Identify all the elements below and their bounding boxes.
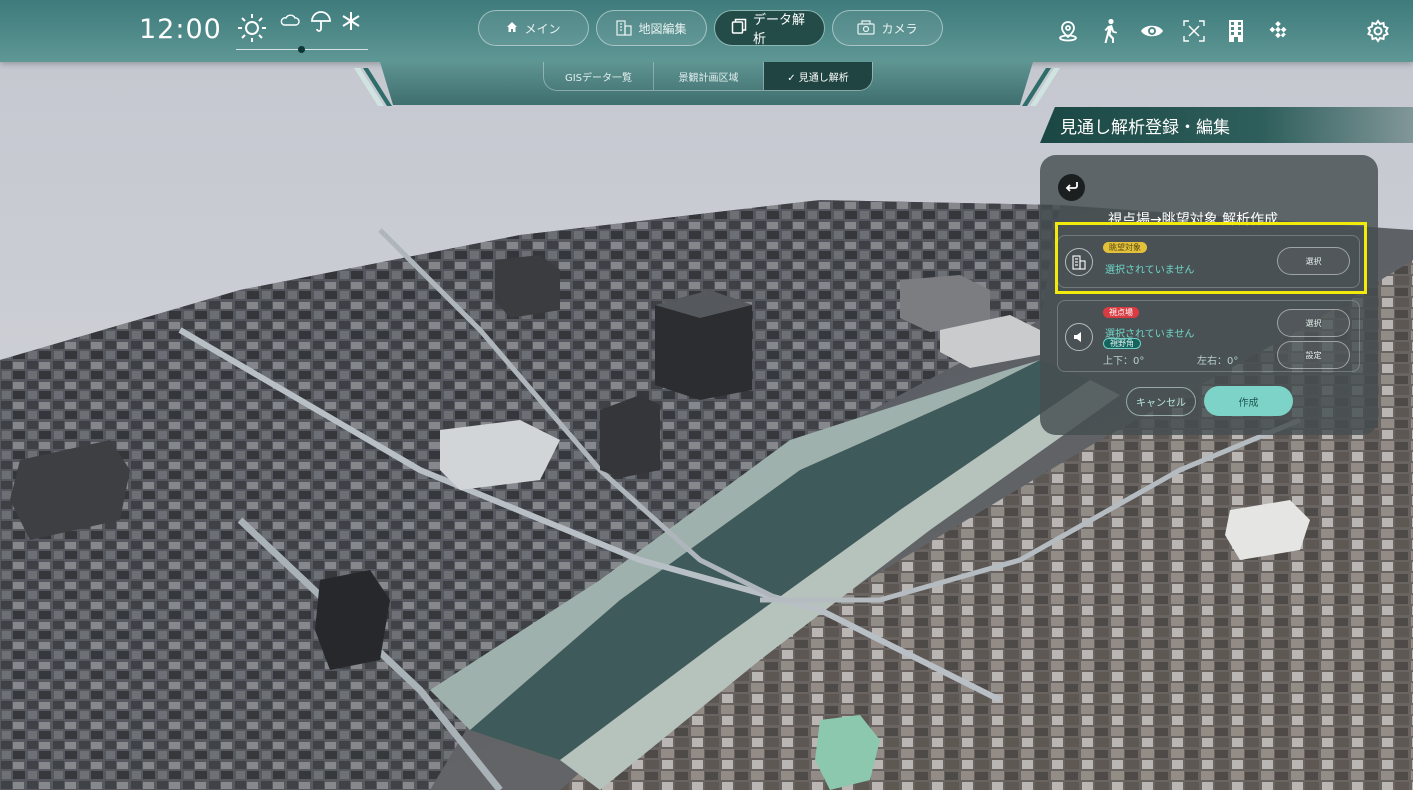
weather-time-control[interactable] xyxy=(234,8,370,54)
clock-time: 12:00 xyxy=(139,14,222,45)
back-button[interactable] xyxy=(1058,174,1085,201)
sun-icon[interactable] xyxy=(236,12,268,48)
main-navigation: メイン 地図編集 データ解析 カメラ xyxy=(478,10,943,47)
cancel-button[interactable]: キャンセル xyxy=(1126,387,1196,416)
create-button[interactable]: 作成 xyxy=(1204,386,1293,416)
subtab-list: GISデータ一覧 景観計画区域 ✓ 見通し解析 xyxy=(543,62,873,91)
focus-frame-icon[interactable] xyxy=(1180,16,1208,46)
subtab-landscape-plan[interactable]: 景観計画区域 xyxy=(654,62,764,90)
top-header-bar: 12:00 メイン 地図編集 データ解析 カメラ xyxy=(0,0,1413,62)
subtab-line-of-sight-label: ✓ 見通し解析 xyxy=(787,73,849,84)
time-slider-thumb[interactable] xyxy=(298,46,305,53)
panel-title: 見通し解析登録・編集 xyxy=(1040,107,1413,143)
location-pin-icon[interactable] xyxy=(1054,16,1082,46)
toolbar xyxy=(1054,16,1292,46)
view-target-select-button[interactable]: 選択 xyxy=(1277,247,1350,275)
nav-main-button[interactable]: メイン xyxy=(478,10,589,46)
subtab-gis-data[interactable]: GISデータ一覧 xyxy=(544,62,654,90)
view-target-card: 眺望対象 選択されていません 選択 xyxy=(1057,235,1360,288)
walking-person-icon[interactable] xyxy=(1096,16,1124,46)
cloud-icon[interactable] xyxy=(280,12,300,31)
subtab-line-of-sight[interactable]: ✓ 見通し解析 xyxy=(764,62,872,90)
checker-pattern-icon[interactable] xyxy=(1264,16,1292,46)
tall-building-icon[interactable] xyxy=(1222,16,1250,46)
nav-map-edit-label: 地図編集 xyxy=(638,21,687,36)
eye-icon[interactable] xyxy=(1138,16,1166,46)
home-icon xyxy=(506,21,518,36)
building-icon xyxy=(1065,248,1093,276)
camera-icon xyxy=(857,19,876,38)
viewpoint-card: 視点場 選択されていません 視野角 上下：0° 左右：0° 選択 設定 xyxy=(1057,300,1360,372)
vertical-angle-value: 上下：0° xyxy=(1103,356,1145,367)
left-stripe-decoration xyxy=(354,68,392,106)
umbrella-icon[interactable] xyxy=(310,11,332,37)
right-stripe-decoration xyxy=(1022,68,1060,106)
view-target-status: 選択されていません xyxy=(1105,265,1195,276)
nav-main-label: メイン xyxy=(524,21,561,36)
view-angle-tag: 視野角 xyxy=(1103,338,1141,349)
subtab-gis-data-label: GISデータ一覧 xyxy=(564,73,633,84)
viewpoint-select-button[interactable]: 選択 xyxy=(1277,309,1350,337)
view-angle-settings-button[interactable]: 設定 xyxy=(1277,341,1350,369)
horizontal-angle-value: 左右：0° xyxy=(1197,356,1239,367)
building-icon xyxy=(616,18,633,39)
subtab-landscape-plan-label: 景観計画区域 xyxy=(678,73,739,84)
viewpoint-tag: 視点場 xyxy=(1103,307,1139,318)
snowflake-icon[interactable] xyxy=(341,11,361,35)
return-arrow-icon xyxy=(1065,178,1079,197)
view-target-tag: 眺望対象 xyxy=(1103,242,1147,253)
gear-icon[interactable] xyxy=(1366,19,1390,43)
speaker-icon xyxy=(1065,323,1093,351)
nav-camera-button[interactable]: カメラ xyxy=(832,10,943,46)
nav-camera-label: カメラ xyxy=(881,21,918,36)
analysis-panel: 視点場→眺望対象 解析作成 眺望対象 選択されていません 選択 視点場 選択され… xyxy=(1040,155,1378,435)
copy-icon xyxy=(731,18,747,38)
panel-subtitle: 視点場→眺望対象 解析作成 xyxy=(1108,212,1279,228)
nav-map-edit-button[interactable]: 地図編集 xyxy=(596,10,707,46)
nav-data-analysis-label: データ解析 xyxy=(753,13,806,47)
nav-data-analysis-button[interactable]: データ解析 xyxy=(714,10,825,47)
